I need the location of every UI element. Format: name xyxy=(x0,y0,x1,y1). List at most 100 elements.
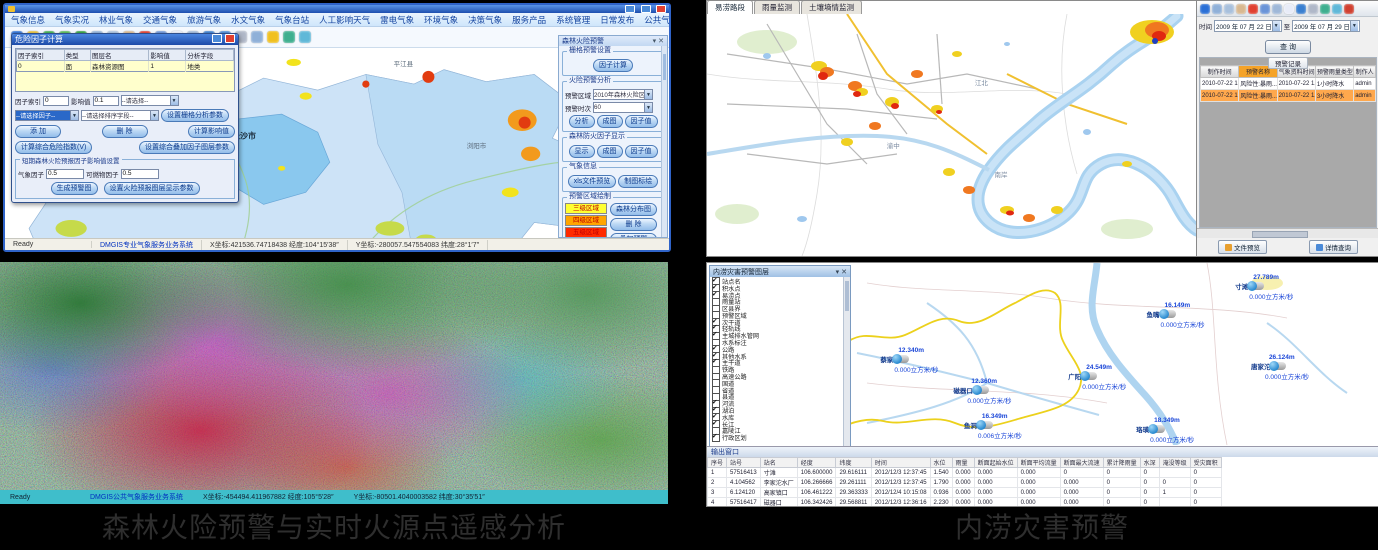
panel-button[interactable]: 成图 xyxy=(597,145,623,158)
column-header[interactable]: 时间 xyxy=(871,458,930,468)
factor-index-input[interactable]: 0 xyxy=(43,96,69,106)
sort-field-dropdown[interactable]: --请选择排序字段--▼ xyxy=(81,110,159,121)
panel-button[interactable]: 显示 xyxy=(569,145,595,158)
select-dropdown[interactable]: --请选择--▼ xyxy=(121,95,179,106)
column-header[interactable]: 站名 xyxy=(760,458,797,468)
minimize-button[interactable] xyxy=(625,5,635,13)
column-header[interactable]: 预警雨量类型 xyxy=(1315,66,1353,78)
file-preview-button[interactable]: 文件预览 xyxy=(1218,240,1267,254)
chevron-down-icon[interactable]: ▼ xyxy=(644,90,652,99)
zoom-out-icon[interactable] xyxy=(1224,4,1234,14)
column-header[interactable]: 制作人 xyxy=(1354,66,1376,78)
chevron-down-icon[interactable]: ▼ xyxy=(150,111,158,120)
tab[interactable]: 土壤墒情监测 xyxy=(801,0,862,14)
delete-icon[interactable] xyxy=(1248,4,1258,14)
output-table[interactable]: 序号站号站名经度纬度时间水位雨量断面起始水位断面平均流量断面最大流速累计降雨量水… xyxy=(707,457,1222,507)
chevron-down-icon[interactable]: ▾ xyxy=(836,269,840,276)
panel-button[interactable]: 成图 xyxy=(597,115,623,128)
zoom-in-icon[interactable] xyxy=(1212,4,1222,14)
delete-button[interactable]: 删 除 xyxy=(102,125,148,138)
panel-button[interactable]: xls文件预览 xyxy=(568,175,617,188)
dialog-minimize-button[interactable] xyxy=(212,34,222,43)
panel-button[interactable]: 因子值 xyxy=(625,145,658,158)
date-to-picker[interactable]: 2009 年 07 月 29 日▼ xyxy=(1292,20,1360,32)
output-row[interactable]: 36.124120高家镇口106.46122229.3633332012/12/… xyxy=(708,488,1222,498)
detail-query-button[interactable]: 详情查询 xyxy=(1309,240,1358,254)
column-header[interactable]: 经度 xyxy=(797,458,836,468)
menu-item[interactable]: 旅游气象 xyxy=(187,14,221,26)
column-header[interactable]: 受灾面积 xyxy=(1190,458,1221,468)
factor-grid-header[interactable]: 分析字段 xyxy=(186,50,234,61)
menu-item[interactable]: 雷电气象 xyxy=(380,14,414,26)
column-header[interactable]: 水深 xyxy=(1140,458,1159,468)
menu-item[interactable]: 系统管理 xyxy=(556,14,590,26)
factor-dialog-titlebar[interactable]: 危险因子计算 xyxy=(12,34,238,45)
horizontal-scrollbar[interactable] xyxy=(1197,228,1378,238)
column-header[interactable]: 制作时间 xyxy=(1201,66,1239,78)
dialog-close-button[interactable] xyxy=(225,34,235,43)
grid-params-button[interactable]: 设置栅格分析参数 xyxy=(161,109,229,122)
menu-item[interactable]: 气象台站 xyxy=(275,14,309,26)
add-button[interactable]: 添 加 xyxy=(15,125,61,138)
column-header[interactable]: 累计降雨量 xyxy=(1103,458,1140,468)
warning-record-row[interactable]: 2010-07-22 1...风险性:暴雨...2010-07-22 1...1… xyxy=(1201,78,1376,90)
maximize-button[interactable] xyxy=(641,5,651,13)
menu-item[interactable]: 公共气象服务网 xyxy=(644,14,671,26)
screen-icon[interactable] xyxy=(1296,4,1306,14)
export-icon[interactable] xyxy=(251,31,263,43)
hand-icon[interactable] xyxy=(1236,4,1246,14)
output-row[interactable]: 157516413寸滩106.60000029.6161112012/12/3 … xyxy=(708,468,1222,478)
window-icon[interactable] xyxy=(1260,4,1270,14)
close-button[interactable] xyxy=(656,5,666,13)
factor-grid-row[interactable]: 0面森林资源图1地类 xyxy=(17,61,234,72)
panel-button[interactable]: 制图标绘 xyxy=(618,175,658,188)
weather-factor-input[interactable]: 0.5 xyxy=(46,169,84,179)
layer-params-button[interactable]: 设置综合叠加因子图层参数 xyxy=(139,141,235,154)
close-icon[interactable]: ✕ xyxy=(841,269,847,276)
menu-item[interactable]: 服务产品 xyxy=(512,14,546,26)
menu-item[interactable]: 气象信息 xyxy=(11,14,45,26)
output-row[interactable]: 24.104562李家沱水厂106.26666629.2611112012/12… xyxy=(708,478,1222,488)
make-map-button[interactable]: 生成预警图 xyxy=(51,182,98,195)
factor-grid-header[interactable]: 图层名 xyxy=(90,50,148,61)
chevron-down-icon[interactable]: ▼ xyxy=(1272,21,1280,31)
region-dropdown[interactable]: 2010年森林火险区划▼ xyxy=(593,89,653,100)
menu-item[interactable]: 交通气象 xyxy=(143,14,177,26)
column-header[interactable]: 序号 xyxy=(708,458,727,468)
date-from-picker[interactable]: 2009 年 07 月 22 日▼ xyxy=(1214,20,1282,32)
vertical-scrollbar[interactable] xyxy=(843,277,850,446)
menu-item[interactable]: 水文气象 xyxy=(231,14,265,26)
search-icon[interactable] xyxy=(1272,4,1282,14)
menu-item[interactable]: 日常发布 xyxy=(600,14,634,26)
back-icon[interactable] xyxy=(283,31,295,43)
factor-grid-header[interactable]: 影响值 xyxy=(149,50,186,61)
calc-impact-button[interactable]: 计算影响值 xyxy=(188,125,235,138)
image-icon[interactable] xyxy=(1332,4,1342,14)
print-icon[interactable] xyxy=(1308,4,1318,14)
layer-checkbox[interactable] xyxy=(712,434,720,442)
column-header[interactable]: 淹没等级 xyxy=(1159,458,1190,468)
warning-records-table[interactable]: 制作时间预警名称气象资料时间预警雨量类型制作人 2010-07-22 1...风… xyxy=(1200,65,1376,102)
factor-dialog[interactable]: 危险因子计算 因子索引类型图层名影响值分析字段 0面森林资源图1地类 xyxy=(11,33,239,203)
system-name[interactable]: DMGIS公共气象服务业务系统 xyxy=(80,492,193,502)
factor-grid[interactable]: 因子索引类型图层名影响值分析字段 0面森林资源图1地类 xyxy=(15,48,235,92)
time-dropdown[interactable]: 60▼ xyxy=(593,102,653,113)
calc-index-button[interactable]: 计算综合危险指数(V) xyxy=(15,141,92,154)
menu-item[interactable]: 决策气象 xyxy=(468,14,502,26)
factor-grid-header[interactable]: 因子索引 xyxy=(17,50,65,61)
menu-item[interactable]: 环境气象 xyxy=(424,14,458,26)
pin-icon[interactable]: ▾ xyxy=(653,38,657,45)
close-icon[interactable]: ✕ xyxy=(658,38,664,45)
column-header[interactable]: 断面起始水位 xyxy=(974,458,1017,468)
panel-button[interactable]: 删 除 xyxy=(610,218,657,231)
chevron-down-icon[interactable]: ▼ xyxy=(70,111,78,120)
chevron-down-icon[interactable]: ▼ xyxy=(644,103,652,112)
panel-button[interactable]: 因子值 xyxy=(625,115,658,128)
globe-icon[interactable] xyxy=(1200,4,1210,14)
image-icon[interactable] xyxy=(299,31,311,43)
menu-item[interactable]: 气象实况 xyxy=(55,14,89,26)
column-header[interactable]: 水位 xyxy=(930,458,952,468)
chevron-down-icon[interactable]: ▼ xyxy=(170,96,178,105)
menu-item[interactable]: 人工影响天气 xyxy=(319,14,370,26)
panel-button[interactable]: 分析 xyxy=(569,115,595,128)
